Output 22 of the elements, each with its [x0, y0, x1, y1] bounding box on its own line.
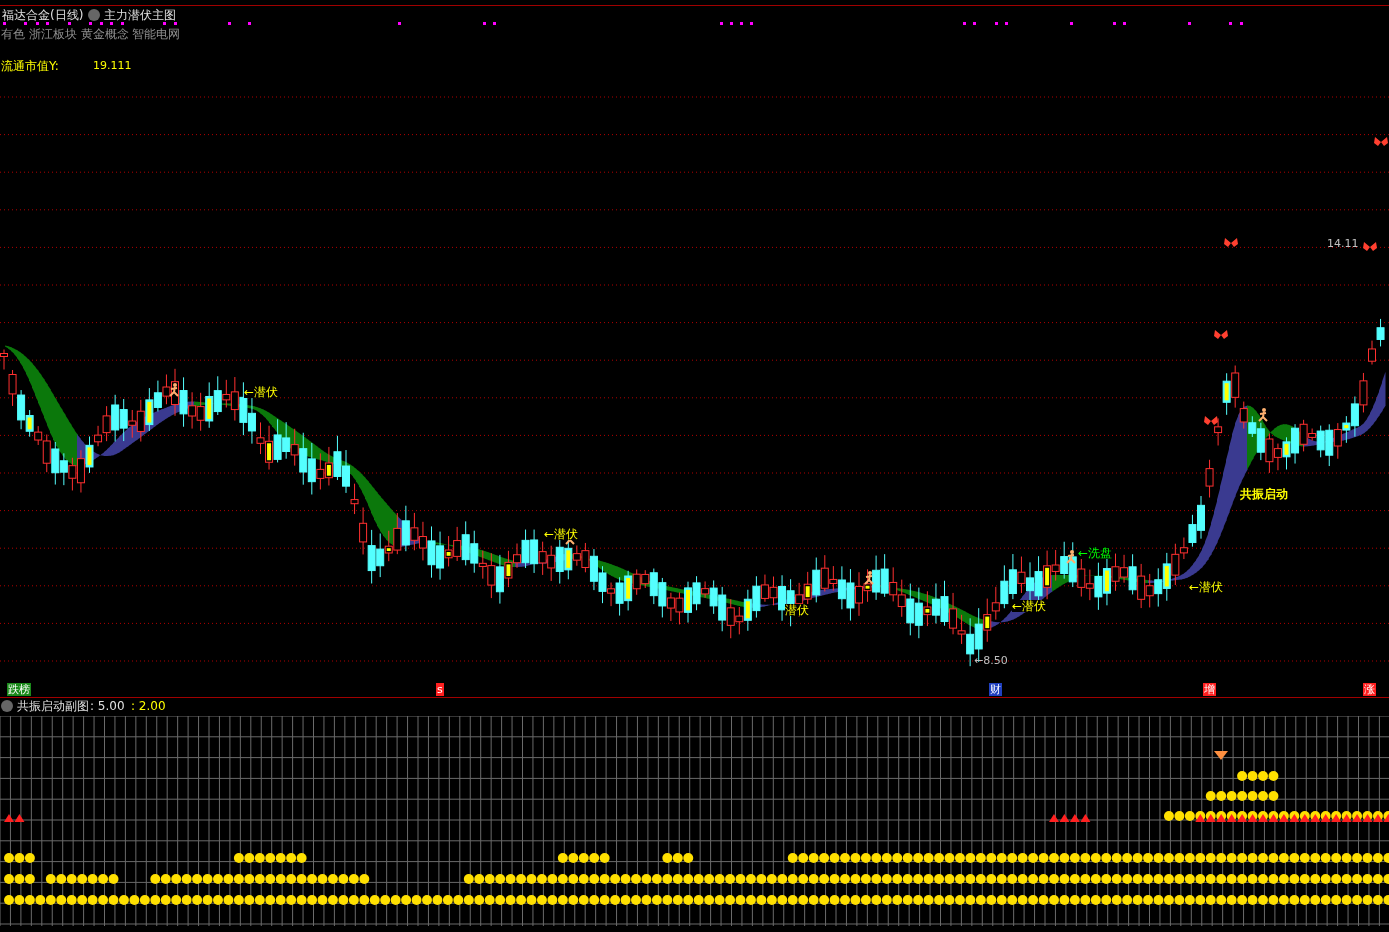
subchart-param: : 5.00	[90, 700, 125, 712]
chart-title: 福达合金(日线)	[2, 9, 84, 21]
sector-tags: 有色 浙江板块 黄金概念 智能电网	[1, 28, 181, 40]
signal-label: ←潜伏	[244, 386, 279, 398]
signal-label: ←潜伏	[1189, 581, 1224, 593]
high-price-label: 14.11	[1327, 238, 1359, 249]
event-tag: s	[436, 683, 444, 696]
event-tag: 涨	[1363, 683, 1376, 696]
signal-label: ←潜伏	[544, 528, 579, 540]
event-tag: 增	[1203, 683, 1216, 696]
signal-label: ←洗盘	[1078, 547, 1113, 559]
subchart-param: : 2.00	[131, 700, 166, 712]
signal-label: 共振启动	[1240, 488, 1288, 500]
low-price-label: ←8.50	[974, 655, 1008, 666]
indicator-name: 主力潜伏主图	[104, 9, 176, 21]
signal-label: ←潜伏	[1012, 600, 1047, 612]
float-cap-value: 19.111	[93, 60, 132, 71]
event-tag: 跌榜	[7, 683, 31, 696]
float-cap-label: 流通市值Y:	[1, 60, 59, 72]
event-tag: 财	[989, 683, 1002, 696]
signal-label: 潜伏	[785, 604, 809, 616]
subchart-title: 共振启动副图	[17, 700, 89, 712]
